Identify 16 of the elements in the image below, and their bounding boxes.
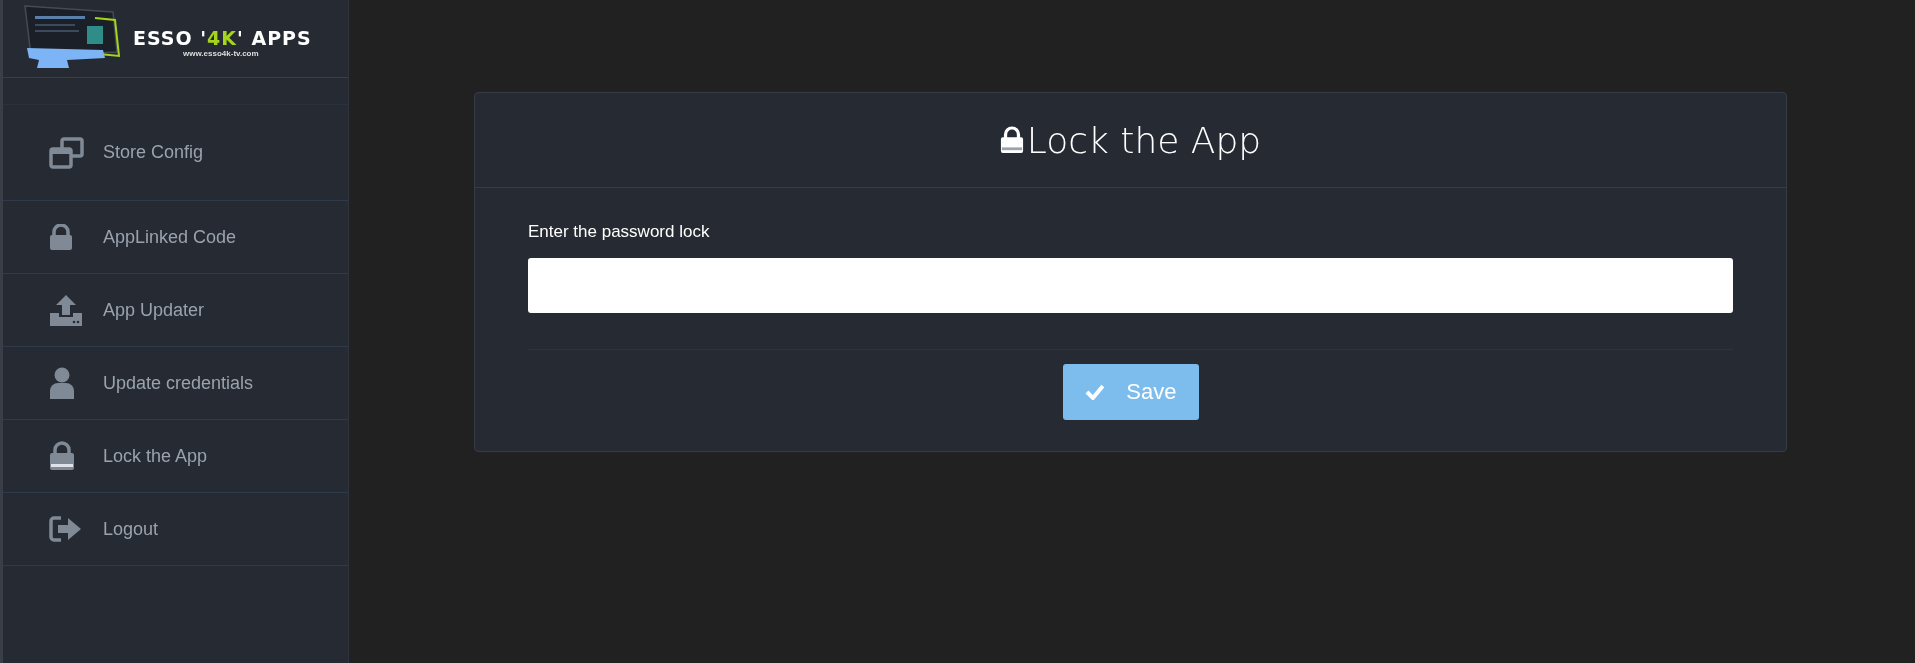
sidebar-item-label: AppLinked Code bbox=[103, 226, 237, 248]
sidebar-item[interactable]: Logout bbox=[3, 493, 348, 566]
sidebar-item-label: Store Config bbox=[103, 142, 204, 163]
sidebar-item[interactable]: App Updater bbox=[3, 274, 348, 347]
sidebar-item-label: App Updater bbox=[103, 299, 205, 321]
sidebar-item[interactable]: Update credentials bbox=[3, 347, 348, 420]
sidebar-item-label: Lock the App bbox=[103, 445, 208, 467]
sidebar-item[interactable]: Store Config bbox=[3, 105, 348, 201]
sidebar-item[interactable]: AppLinked Code bbox=[3, 201, 348, 274]
sidebar-item[interactable]: Lock the App bbox=[3, 420, 348, 493]
sidebar-item-label: Logout bbox=[103, 518, 159, 540]
logo-title: ESSO '4K' APPS bbox=[133, 27, 312, 49]
field-label: Enter the password lock bbox=[528, 222, 711, 242]
sidebar-item-label: Update credentials bbox=[103, 372, 254, 394]
logo-url: www.esso4k-tv.com bbox=[183, 49, 260, 58]
card-title: Lock the App bbox=[1026, 119, 1262, 161]
